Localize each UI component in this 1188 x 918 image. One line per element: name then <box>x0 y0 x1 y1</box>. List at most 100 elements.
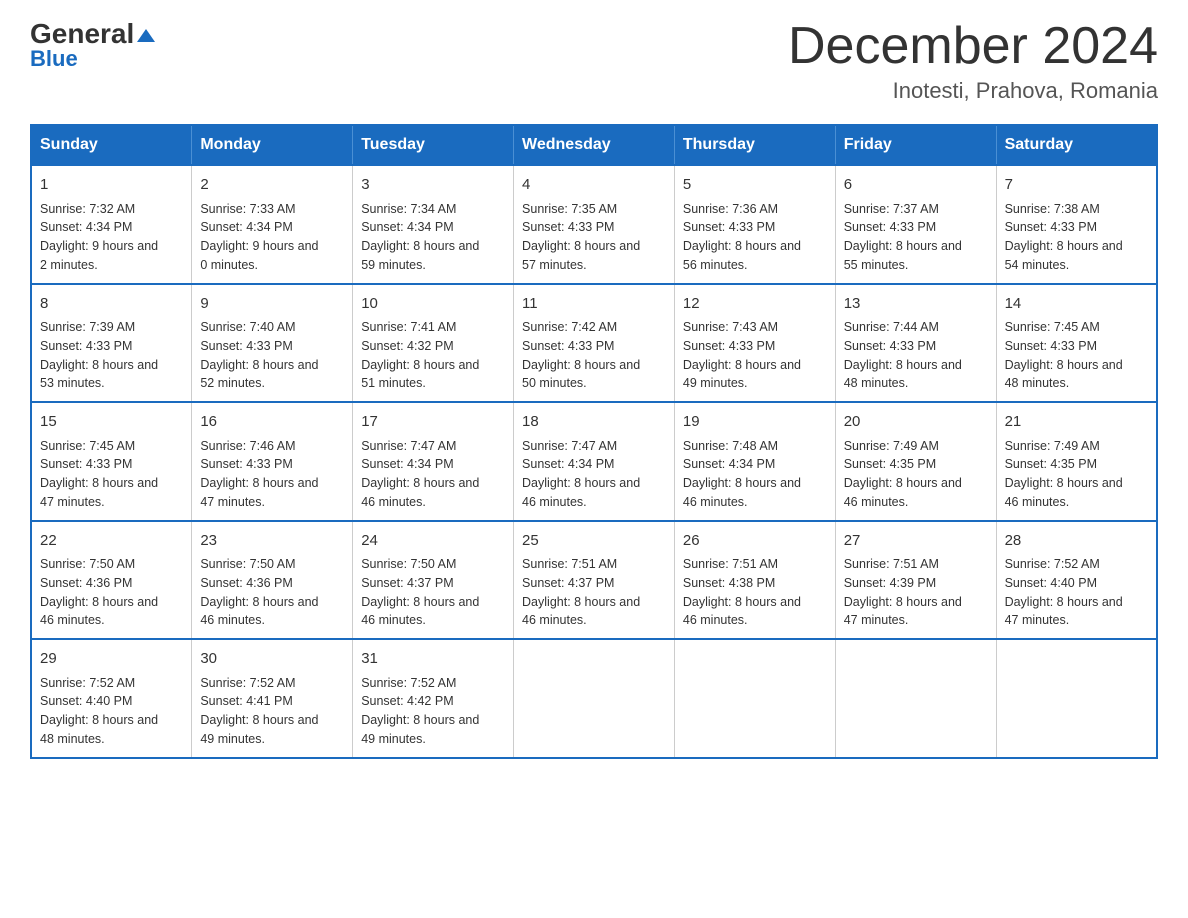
day-number: 11 <box>522 293 666 316</box>
calendar-cell: 26 Sunrise: 7:51 AM Sunset: 4:38 PM Dayl… <box>674 521 835 640</box>
calendar-cell: 27 Sunrise: 7:51 AM Sunset: 4:39 PM Dayl… <box>835 521 996 640</box>
day-info: Sunrise: 7:41 AM Sunset: 4:32 PM Dayligh… <box>361 318 505 393</box>
page-header: General Blue December 2024 Inotesti, Pra… <box>30 20 1158 104</box>
day-number: 17 <box>361 411 505 434</box>
day-info: Sunrise: 7:52 AM Sunset: 4:42 PM Dayligh… <box>361 674 505 749</box>
calendar-week-3: 15 Sunrise: 7:45 AM Sunset: 4:33 PM Dayl… <box>31 402 1157 521</box>
day-number: 15 <box>40 411 183 434</box>
calendar-week-5: 29 Sunrise: 7:52 AM Sunset: 4:40 PM Dayl… <box>31 639 1157 758</box>
day-number: 23 <box>200 530 344 553</box>
calendar-cell: 2 Sunrise: 7:33 AM Sunset: 4:34 PM Dayli… <box>192 165 353 284</box>
day-number: 18 <box>522 411 666 434</box>
day-number: 26 <box>683 530 827 553</box>
title-block: December 2024 Inotesti, Prahova, Romania <box>788 20 1158 104</box>
calendar-cell: 7 Sunrise: 7:38 AM Sunset: 4:33 PM Dayli… <box>996 165 1157 284</box>
calendar-cell: 5 Sunrise: 7:36 AM Sunset: 4:33 PM Dayli… <box>674 165 835 284</box>
calendar-cell: 29 Sunrise: 7:52 AM Sunset: 4:40 PM Dayl… <box>31 639 192 758</box>
calendar-cell: 31 Sunrise: 7:52 AM Sunset: 4:42 PM Dayl… <box>353 639 514 758</box>
day-info: Sunrise: 7:48 AM Sunset: 4:34 PM Dayligh… <box>683 437 827 512</box>
calendar-cell: 1 Sunrise: 7:32 AM Sunset: 4:34 PM Dayli… <box>31 165 192 284</box>
calendar-cell <box>514 639 675 758</box>
day-info: Sunrise: 7:44 AM Sunset: 4:33 PM Dayligh… <box>844 318 988 393</box>
calendar-week-2: 8 Sunrise: 7:39 AM Sunset: 4:33 PM Dayli… <box>31 284 1157 403</box>
day-info: Sunrise: 7:32 AM Sunset: 4:34 PM Dayligh… <box>40 200 183 275</box>
calendar-week-4: 22 Sunrise: 7:50 AM Sunset: 4:36 PM Dayl… <box>31 521 1157 640</box>
calendar-cell: 13 Sunrise: 7:44 AM Sunset: 4:33 PM Dayl… <box>835 284 996 403</box>
calendar-cell: 25 Sunrise: 7:51 AM Sunset: 4:37 PM Dayl… <box>514 521 675 640</box>
calendar-cell: 9 Sunrise: 7:40 AM Sunset: 4:33 PM Dayli… <box>192 284 353 403</box>
day-number: 4 <box>522 174 666 197</box>
day-info: Sunrise: 7:43 AM Sunset: 4:33 PM Dayligh… <box>683 318 827 393</box>
day-info: Sunrise: 7:52 AM Sunset: 4:41 PM Dayligh… <box>200 674 344 749</box>
day-info: Sunrise: 7:51 AM Sunset: 4:38 PM Dayligh… <box>683 555 827 630</box>
day-number: 22 <box>40 530 183 553</box>
day-number: 27 <box>844 530 988 553</box>
calendar-cell: 16 Sunrise: 7:46 AM Sunset: 4:33 PM Dayl… <box>192 402 353 521</box>
calendar-title: December 2024 <box>788 20 1158 72</box>
calendar-cell: 24 Sunrise: 7:50 AM Sunset: 4:37 PM Dayl… <box>353 521 514 640</box>
calendar-cell: 12 Sunrise: 7:43 AM Sunset: 4:33 PM Dayl… <box>674 284 835 403</box>
logo: General Blue <box>30 20 155 72</box>
day-number: 7 <box>1005 174 1148 197</box>
calendar-subtitle: Inotesti, Prahova, Romania <box>788 78 1158 104</box>
day-number: 10 <box>361 293 505 316</box>
calendar-cell: 20 Sunrise: 7:49 AM Sunset: 4:35 PM Dayl… <box>835 402 996 521</box>
day-number: 1 <box>40 174 183 197</box>
calendar-header-row: Sunday Monday Tuesday Wednesday Thursday… <box>31 125 1157 165</box>
day-info: Sunrise: 7:38 AM Sunset: 4:33 PM Dayligh… <box>1005 200 1148 275</box>
day-info: Sunrise: 7:46 AM Sunset: 4:33 PM Dayligh… <box>200 437 344 512</box>
day-info: Sunrise: 7:51 AM Sunset: 4:37 PM Dayligh… <box>522 555 666 630</box>
day-number: 8 <box>40 293 183 316</box>
day-number: 2 <box>200 174 344 197</box>
day-info: Sunrise: 7:45 AM Sunset: 4:33 PM Dayligh… <box>40 437 183 512</box>
logo-bottom: Blue <box>30 46 78 72</box>
day-number: 9 <box>200 293 344 316</box>
calendar-cell: 17 Sunrise: 7:47 AM Sunset: 4:34 PM Dayl… <box>353 402 514 521</box>
header-thursday: Thursday <box>674 125 835 165</box>
day-info: Sunrise: 7:33 AM Sunset: 4:34 PM Dayligh… <box>200 200 344 275</box>
day-info: Sunrise: 7:50 AM Sunset: 4:36 PM Dayligh… <box>200 555 344 630</box>
calendar-cell: 3 Sunrise: 7:34 AM Sunset: 4:34 PM Dayli… <box>353 165 514 284</box>
day-number: 21 <box>1005 411 1148 434</box>
day-info: Sunrise: 7:52 AM Sunset: 4:40 PM Dayligh… <box>1005 555 1148 630</box>
calendar-table: Sunday Monday Tuesday Wednesday Thursday… <box>30 124 1158 759</box>
calendar-cell: 15 Sunrise: 7:45 AM Sunset: 4:33 PM Dayl… <box>31 402 192 521</box>
day-number: 25 <box>522 530 666 553</box>
day-number: 29 <box>40 648 183 671</box>
day-number: 20 <box>844 411 988 434</box>
day-info: Sunrise: 7:37 AM Sunset: 4:33 PM Dayligh… <box>844 200 988 275</box>
day-info: Sunrise: 7:49 AM Sunset: 4:35 PM Dayligh… <box>844 437 988 512</box>
calendar-cell: 11 Sunrise: 7:42 AM Sunset: 4:33 PM Dayl… <box>514 284 675 403</box>
day-info: Sunrise: 7:35 AM Sunset: 4:33 PM Dayligh… <box>522 200 666 275</box>
day-info: Sunrise: 7:52 AM Sunset: 4:40 PM Dayligh… <box>40 674 183 749</box>
day-info: Sunrise: 7:47 AM Sunset: 4:34 PM Dayligh… <box>522 437 666 512</box>
day-number: 6 <box>844 174 988 197</box>
calendar-cell: 4 Sunrise: 7:35 AM Sunset: 4:33 PM Dayli… <box>514 165 675 284</box>
calendar-cell: 21 Sunrise: 7:49 AM Sunset: 4:35 PM Dayl… <box>996 402 1157 521</box>
calendar-cell: 19 Sunrise: 7:48 AM Sunset: 4:34 PM Dayl… <box>674 402 835 521</box>
header-saturday: Saturday <box>996 125 1157 165</box>
calendar-cell <box>674 639 835 758</box>
calendar-cell <box>996 639 1157 758</box>
day-info: Sunrise: 7:49 AM Sunset: 4:35 PM Dayligh… <box>1005 437 1148 512</box>
calendar-cell: 18 Sunrise: 7:47 AM Sunset: 4:34 PM Dayl… <box>514 402 675 521</box>
header-wednesday: Wednesday <box>514 125 675 165</box>
header-sunday: Sunday <box>31 125 192 165</box>
day-info: Sunrise: 7:50 AM Sunset: 4:37 PM Dayligh… <box>361 555 505 630</box>
header-monday: Monday <box>192 125 353 165</box>
calendar-cell <box>835 639 996 758</box>
calendar-cell: 6 Sunrise: 7:37 AM Sunset: 4:33 PM Dayli… <box>835 165 996 284</box>
day-number: 12 <box>683 293 827 316</box>
day-number: 3 <box>361 174 505 197</box>
day-number: 16 <box>200 411 344 434</box>
day-info: Sunrise: 7:42 AM Sunset: 4:33 PM Dayligh… <box>522 318 666 393</box>
day-info: Sunrise: 7:39 AM Sunset: 4:33 PM Dayligh… <box>40 318 183 393</box>
day-number: 5 <box>683 174 827 197</box>
day-number: 24 <box>361 530 505 553</box>
day-number: 28 <box>1005 530 1148 553</box>
day-number: 19 <box>683 411 827 434</box>
header-tuesday: Tuesday <box>353 125 514 165</box>
day-info: Sunrise: 7:36 AM Sunset: 4:33 PM Dayligh… <box>683 200 827 275</box>
day-info: Sunrise: 7:34 AM Sunset: 4:34 PM Dayligh… <box>361 200 505 275</box>
day-info: Sunrise: 7:51 AM Sunset: 4:39 PM Dayligh… <box>844 555 988 630</box>
